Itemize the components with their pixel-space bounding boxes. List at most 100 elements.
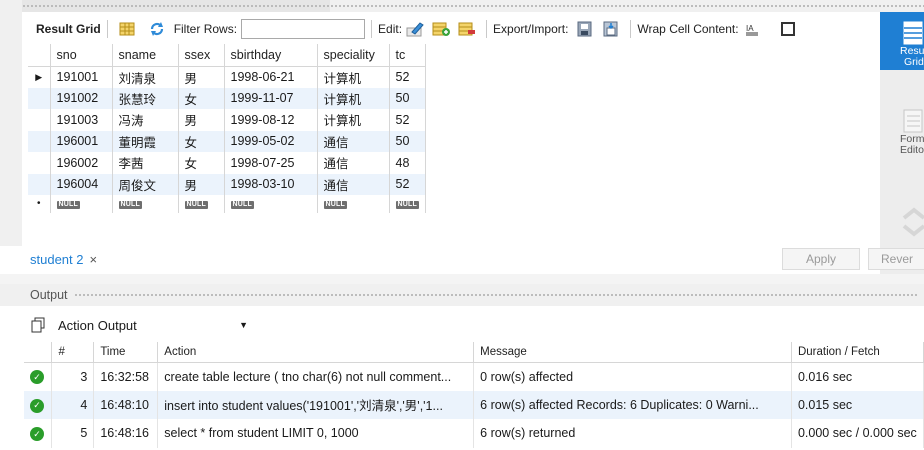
cell[interactable]: 李茜 (112, 152, 179, 174)
add-row-icon[interactable] (432, 20, 451, 38)
cell[interactable]: 通信 (317, 152, 390, 174)
column-header-time[interactable]: Time (93, 342, 159, 363)
table-row[interactable]: 191002 张慧玲 女 1999-11-07 计算机 50 (28, 87, 426, 109)
toggle-panel-icon[interactable] (780, 22, 795, 36)
cell[interactable]: 女 (178, 130, 225, 152)
cell[interactable]: 196002 (50, 152, 113, 174)
cell[interactable]: 50 (389, 130, 426, 152)
import-icon[interactable] (602, 20, 620, 38)
new-row-marker: • (28, 195, 51, 213)
table-row[interactable]: 196002 李茜 女 1998-07-25 通信 48 (28, 152, 426, 174)
cell[interactable]: 191003 (50, 109, 113, 131)
cell[interactable]: 196001 (50, 130, 113, 152)
cell[interactable]: 男 (178, 109, 225, 131)
cell[interactable]: 男 (178, 173, 225, 195)
cell[interactable]: 通信 (317, 173, 390, 195)
result-tab-bar: student 2 × Apply Rever (0, 248, 924, 274)
action-text[interactable]: insert into student values('191001','刘清泉… (157, 390, 475, 419)
cell[interactable]: 1999-05-02 (224, 130, 318, 152)
column-header[interactable]: sbirthday (224, 44, 318, 67)
table-row[interactable]: ✓ 5 16:48:16 select * from student LIMIT… (24, 419, 924, 448)
null-cell[interactable]: NULL (317, 195, 390, 213)
drag-handle[interactable] (14, 4, 924, 8)
null-cell[interactable]: NULL (224, 195, 318, 213)
null-cell[interactable]: NULL (112, 195, 179, 213)
cell[interactable]: 计算机 (317, 109, 390, 131)
action-duration: 0.015 sec (791, 390, 924, 419)
cell[interactable]: 1998-03-10 (224, 173, 318, 195)
form-editor-button[interactable]: Form Edito (880, 104, 924, 168)
cell[interactable]: 1998-07-25 (224, 152, 318, 174)
null-cell[interactable]: NULL (178, 195, 225, 213)
cell[interactable]: 1999-08-12 (224, 109, 318, 131)
separator (630, 20, 632, 38)
action-message[interactable]: 6 row(s) affected Records: 6 Duplicates:… (473, 390, 792, 419)
cell[interactable]: 男 (178, 66, 225, 88)
apply-button[interactable]: Apply (782, 248, 860, 270)
cell[interactable]: 董明霞 (112, 130, 179, 152)
result-grid-view-button[interactable]: Resul Grid (880, 12, 924, 70)
cell[interactable]: 周俊文 (112, 173, 179, 195)
table-row[interactable]: 196001 董明霞 女 1999-05-02 通信 50 (28, 130, 426, 152)
tab-student-2[interactable]: student 2 × (30, 252, 97, 267)
wrap-text-icon[interactable]: IA (743, 20, 761, 38)
column-header[interactable]: sname (112, 44, 179, 67)
cell[interactable]: 196004 (50, 173, 113, 195)
cell[interactable]: 50 (389, 87, 426, 109)
table-row[interactable]: ✓ 3 16:32:58 create table lecture ( tno … (24, 362, 924, 391)
column-header-action[interactable]: Action (157, 342, 475, 363)
cell[interactable]: 张慧玲 (112, 87, 179, 109)
cell[interactable]: 52 (389, 109, 426, 131)
column-header-status (24, 342, 53, 363)
cell[interactable]: 刘清泉 (112, 66, 179, 88)
table-row[interactable]: ✓ 4 16:48:10 insert into student values(… (24, 390, 924, 419)
column-header[interactable]: speciality (317, 44, 390, 67)
cell[interactable]: 女 (178, 87, 225, 109)
column-header-duration[interactable]: Duration / Fetch (791, 342, 924, 363)
new-row[interactable]: • NULL NULL NULL NULL NULL NULL (28, 195, 426, 213)
edit-row-icon[interactable] (406, 20, 424, 38)
cell[interactable]: 计算机 (317, 66, 390, 88)
column-header-number[interactable]: # (51, 342, 95, 363)
cell[interactable]: 1998-06-21 (224, 66, 318, 88)
table-row[interactable]: 196004 周俊文 男 1998-03-10 通信 52 (28, 173, 426, 195)
column-header-message[interactable]: Message (473, 342, 792, 363)
cell[interactable]: 冯涛 (112, 109, 179, 131)
drag-handle[interactable] (73, 293, 918, 297)
table-row[interactable]: 191003 冯涛 男 1999-08-12 计算机 52 (28, 109, 426, 131)
action-message[interactable]: 6 row(s) returned (473, 419, 792, 448)
action-time: 16:32:58 (93, 362, 159, 391)
grid-view-icon[interactable] (118, 20, 136, 38)
cell[interactable]: 48 (389, 152, 426, 174)
action-message[interactable]: 0 row(s) affected (473, 362, 792, 391)
action-text[interactable]: select * from student LIMIT 0, 1000 (157, 419, 475, 448)
filter-rows-input[interactable] (241, 19, 366, 39)
column-header[interactable]: tc (389, 44, 426, 67)
cell[interactable]: 52 (389, 66, 426, 88)
column-header[interactable]: sno (50, 44, 113, 67)
copy-icon[interactable] (30, 317, 46, 333)
cell[interactable]: 通信 (317, 130, 390, 152)
table-row[interactable]: ▶ 191001 刘清泉 男 1998-06-21 计算机 52 (28, 66, 426, 88)
cell[interactable]: 191002 (50, 87, 113, 109)
output-title: Output (30, 288, 68, 302)
null-cell[interactable]: NULL (389, 195, 426, 213)
output-type-select[interactable]: Action Output ▼ (58, 318, 248, 333)
scroll-chevrons[interactable] (880, 202, 924, 242)
cell[interactable]: 计算机 (317, 87, 390, 109)
cell[interactable]: 52 (389, 173, 426, 195)
revert-button[interactable]: Rever (868, 248, 924, 270)
null-cell[interactable]: NULL (50, 195, 113, 213)
export-icon[interactable] (576, 20, 594, 38)
delete-row-icon[interactable] (458, 20, 476, 38)
column-header[interactable]: ssex (178, 44, 225, 67)
null-badge: NULL (118, 201, 142, 209)
null-badge: NULL (323, 201, 347, 209)
cell[interactable]: 1999-11-07 (224, 87, 318, 109)
cell[interactable]: 191001 (50, 66, 113, 88)
action-text[interactable]: create table lecture ( tno char(6) not n… (157, 362, 475, 391)
result-toolbar: Result Grid Filter Rows: Edit: Export/Im… (28, 16, 880, 42)
close-icon[interactable]: × (90, 252, 98, 267)
cell[interactable]: 女 (178, 152, 225, 174)
refresh-icon[interactable] (148, 20, 166, 38)
